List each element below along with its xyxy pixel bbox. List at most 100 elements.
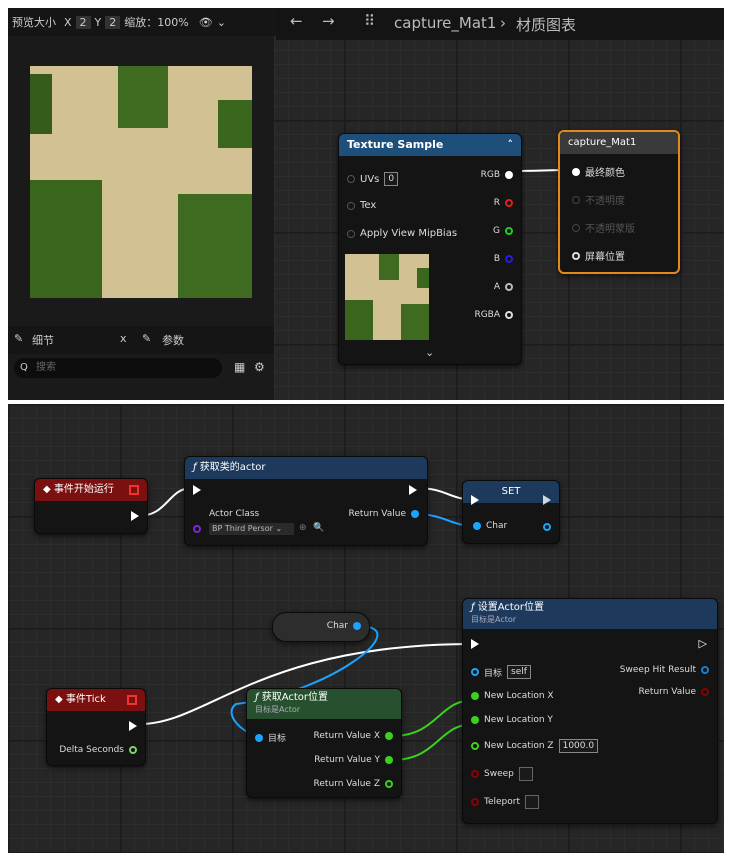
- forward-arrow-icon[interactable]: →: [322, 12, 335, 30]
- exec-out-pin[interactable]: [409, 485, 417, 495]
- exec-out-pin[interactable]: [543, 495, 551, 505]
- new-location-y-pin[interactable]: [471, 716, 479, 724]
- return-x-pin[interactable]: [385, 732, 393, 740]
- return-value-row[interactable]: Return Value: [349, 509, 419, 519]
- delta-seconds-pin[interactable]: [129, 746, 137, 754]
- new-location-x-row[interactable]: New Location X: [471, 691, 554, 701]
- char-getter-node[interactable]: Char: [272, 612, 370, 642]
- tab-params[interactable]: 参数: [162, 332, 184, 348]
- texture-sample-node[interactable]: Texture Sample ˄ UVs 0 Tex Apply View Mi…: [338, 133, 522, 365]
- close-icon[interactable]: x: [120, 332, 127, 345]
- use-selected-icon[interactable]: ⊕: [299, 523, 307, 533]
- exec-in-pin[interactable]: [193, 485, 201, 495]
- return-value-pin[interactable]: [411, 510, 419, 518]
- b-pin[interactable]: [505, 255, 513, 263]
- return-x-row[interactable]: Return Value X: [314, 731, 393, 741]
- event-delegate-pin[interactable]: [129, 485, 139, 495]
- opacity-pin-row[interactable]: 不透明度: [572, 192, 625, 207]
- rgb-pin[interactable]: [505, 171, 513, 179]
- opacity-pin[interactable]: [572, 195, 580, 204]
- actor-class-pin[interactable]: [193, 525, 201, 533]
- r-pin[interactable]: [505, 199, 513, 207]
- char-getter-pin[interactable]: [353, 622, 361, 630]
- browse-icon[interactable]: 🔍: [313, 523, 324, 533]
- sweep-pin[interactable]: [471, 770, 479, 778]
- sweep-checkbox[interactable]: [518, 767, 533, 781]
- sweep-row[interactable]: Sweep: [471, 767, 533, 781]
- char-input-row[interactable]: Char: [473, 521, 507, 531]
- teleport-pin[interactable]: [471, 798, 479, 806]
- actor-class-dropdown[interactable]: BP Third Persor ⌄: [209, 523, 294, 535]
- exec-in-pin[interactable]: [471, 639, 479, 649]
- event-beginplay-node[interactable]: ◆ 事件开始运行: [34, 478, 148, 534]
- return-z-pin[interactable]: [385, 780, 393, 788]
- new-location-x-pin[interactable]: [471, 692, 479, 700]
- final-color-pin-row[interactable]: 最终颜色: [572, 164, 625, 179]
- g-output-row[interactable]: G: [493, 226, 513, 236]
- return-y-pin[interactable]: [385, 756, 393, 764]
- return-value-row[interactable]: Return Value: [639, 687, 709, 697]
- get-actor-location-node[interactable]: ƒ 获取Actor位置 目标是Actor 目标 Return Value X R…: [246, 688, 402, 798]
- rgba-pin[interactable]: [505, 311, 513, 319]
- event-delegate-pin[interactable]: [127, 695, 137, 705]
- target-pin[interactable]: [255, 733, 263, 742]
- return-y-row[interactable]: Return Value Y: [314, 755, 393, 765]
- tex-input-row[interactable]: Tex: [347, 200, 376, 211]
- char-input-pin[interactable]: [473, 522, 481, 530]
- sweep-hit-result-row[interactable]: Sweep Hit Result: [620, 665, 709, 675]
- final-color-pin[interactable]: [572, 167, 580, 176]
- uvs-pin[interactable]: [347, 175, 355, 183]
- char-output-pin[interactable]: [543, 523, 551, 531]
- material-output-node[interactable]: capture_Mat1 最终颜色 不透明度 不透明蒙版 屏幕位置: [558, 130, 680, 274]
- a-pin[interactable]: [505, 283, 513, 291]
- uvs-value[interactable]: 0: [384, 172, 399, 186]
- new-location-y-row[interactable]: New Location Y: [471, 715, 553, 725]
- opacity-mask-pin-row[interactable]: 不透明蒙版: [572, 220, 635, 235]
- new-location-z-pin[interactable]: [471, 742, 479, 750]
- rgb-output-row[interactable]: RGB: [481, 170, 513, 180]
- preview-x-input[interactable]: 2: [75, 15, 91, 29]
- return-value-pin[interactable]: [701, 688, 709, 696]
- tab-details[interactable]: 细节: [32, 332, 54, 348]
- delta-seconds-row[interactable]: Delta Seconds: [59, 745, 137, 755]
- mipbias-pin[interactable]: [347, 229, 355, 238]
- chevron-down-icon[interactable]: ⌄: [425, 346, 434, 359]
- event-tick-node[interactable]: ◆ 事件Tick Delta Seconds: [46, 688, 146, 766]
- exec-out-pin[interactable]: [131, 511, 139, 521]
- breadcrumb-item[interactable]: capture_Mat1: [394, 14, 496, 32]
- mipbias-input-row[interactable]: Apply View MipBias: [347, 228, 457, 239]
- chevron-down-icon[interactable]: ⌄: [217, 16, 226, 29]
- a-output-row[interactable]: A: [494, 282, 513, 292]
- set-char-node[interactable]: SET Char: [462, 480, 560, 544]
- target-pin[interactable]: [471, 668, 479, 676]
- tex-pin[interactable]: [347, 201, 355, 210]
- teleport-checkbox[interactable]: [525, 795, 539, 809]
- exec-in-pin[interactable]: [471, 495, 479, 505]
- teleport-row[interactable]: Teleport: [471, 795, 539, 809]
- uvs-input-row[interactable]: UVs 0: [347, 172, 399, 186]
- gear-icon[interactable]: ⚙: [254, 360, 265, 374]
- exec-out-pin[interactable]: [129, 721, 137, 731]
- grid-view-icon[interactable]: ▦: [234, 360, 245, 374]
- g-pin[interactable]: [505, 227, 513, 235]
- r-output-row[interactable]: R: [494, 198, 513, 208]
- opacity-mask-pin[interactable]: [572, 223, 580, 232]
- return-z-row[interactable]: Return Value Z: [314, 779, 393, 789]
- screen-position-pin[interactable]: [572, 251, 580, 260]
- search-input[interactable]: Q 搜索: [14, 358, 222, 378]
- back-arrow-icon[interactable]: ←: [290, 12, 303, 30]
- target-row[interactable]: 目标 self: [471, 665, 531, 679]
- new-location-z-value[interactable]: 1000.0: [558, 739, 599, 753]
- collapse-icon[interactable]: ˄: [508, 134, 514, 156]
- set-actor-location-node[interactable]: ƒ 设置Actor位置 目标是Actor ▷ 目标 self New Locat…: [462, 598, 718, 824]
- b-output-row[interactable]: B: [494, 254, 513, 264]
- rgba-output-row[interactable]: RGBA: [474, 310, 513, 320]
- target-row[interactable]: 目标: [255, 731, 286, 744]
- exec-out-icon[interactable]: ▷: [699, 637, 707, 650]
- eye-icon[interactable]: 👁: [199, 16, 213, 29]
- get-actor-of-class-node[interactable]: ƒ 获取类的actor Actor Class BP Third Persor …: [184, 456, 428, 546]
- target-self-value[interactable]: self: [507, 665, 531, 679]
- char-getter-row[interactable]: Char: [327, 621, 361, 631]
- preview-y-input[interactable]: 2: [105, 15, 121, 29]
- screen-position-pin-row[interactable]: 屏幕位置: [572, 248, 625, 263]
